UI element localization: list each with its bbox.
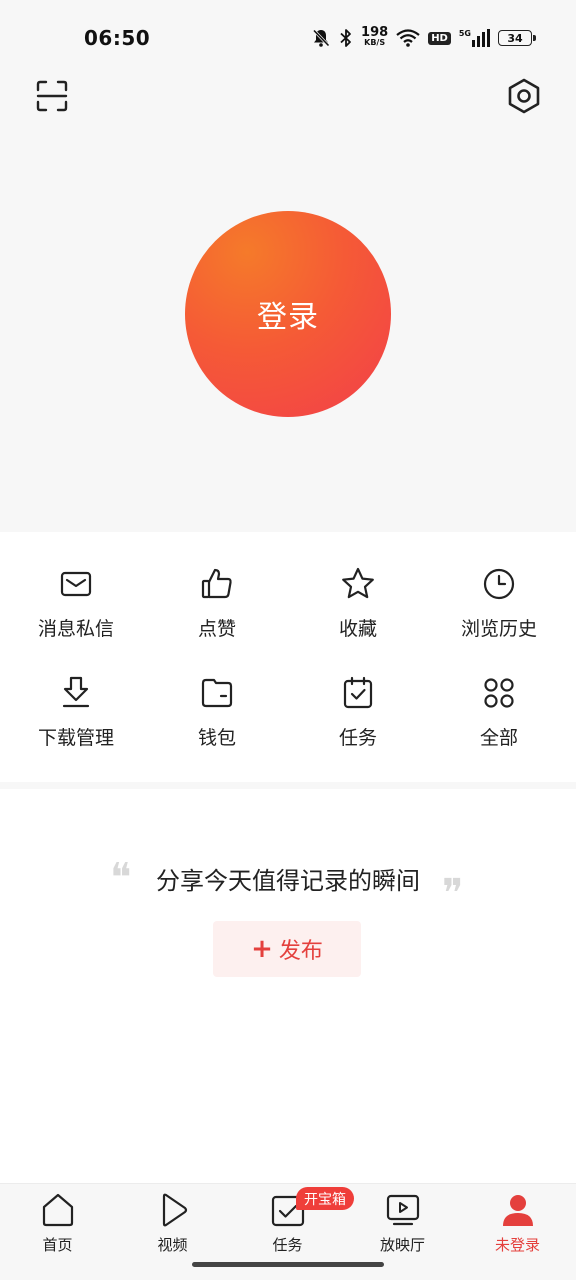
menu-item-likes[interactable]: 点赞 [146,566,288,666]
thumbs-up-icon [201,568,232,599]
clock-icon [483,568,515,600]
user-icon [502,1195,533,1226]
battery-level: 34 [507,31,523,45]
menu-label: 收藏 [338,618,377,640]
cell-generation: 5G [458,29,471,38]
signal-bars-icon [472,29,490,47]
tab-profile[interactable]: 未登录 [460,1192,575,1262]
menu-item-history[interactable]: 浏览历史 [428,566,570,666]
mute-bell-icon [312,29,330,47]
share-prompt: 分享今天值得记录的瞬间 [156,867,420,895]
tab-label: 视频 [157,1236,188,1254]
status-bar: 06:50 198 KB/S HD 5G 34 [0,0,576,76]
tab-label: 首页 [42,1236,73,1254]
bluetooth-icon [340,29,351,47]
menu-label: 下载管理 [37,727,114,749]
home-icon [42,1193,73,1227]
scan-icon [36,80,68,112]
publish-label: 发布 [278,939,323,964]
menu-item-messages[interactable]: 消息私信 [5,566,147,666]
play-icon [162,1193,187,1227]
share-panel: ❝ 分享今天值得记录的瞬间 ❞ + 发布 [0,789,576,1183]
menu-item-wallet[interactable]: 钱包 [146,675,288,775]
settings-hexagon-icon [508,78,540,114]
status-icons: 198 KB/S HD 5G 34 [311,24,536,52]
network-speed: 198 KB/S [361,25,389,48]
home-indicator[interactable] [192,1262,384,1267]
star-icon [342,567,374,599]
mail-icon [60,571,92,597]
network-speed-unit: KB/S [364,38,386,47]
tv-play-icon [386,1194,419,1226]
menu-item-all[interactable]: 全部 [428,675,570,775]
quote-close-mark: ❞ [442,871,464,917]
battery-indicator: 34 [498,30,536,46]
scan-button[interactable] [30,74,74,118]
menu-label: 钱包 [197,727,236,749]
tab-label: 任务 [272,1236,303,1254]
menu-label: 全部 [479,727,518,749]
hd-badge: HD [428,31,451,45]
tab-home[interactable]: 首页 [0,1192,115,1262]
network-speed-value: 198 [361,25,389,40]
status-time: 06:50 [84,26,151,50]
menu-label: 点赞 [197,618,236,640]
tab-video[interactable]: 视频 [115,1192,230,1262]
menu-label: 浏览历史 [460,618,537,640]
settings-button[interactable] [502,74,546,118]
grid-circles-icon [484,678,514,708]
login-label: 登录 [257,300,319,335]
calendar-check-icon [343,676,373,709]
download-icon [62,676,90,708]
tab-label: 未登录 [494,1236,540,1254]
menu-panel: 消息私信 点赞 收藏 浏览历史 下载管理 钱包 任务 全部 [0,532,576,782]
menu-item-tasks[interactable]: 任务 [287,675,429,775]
plus-icon: + [251,934,273,964]
publish-button[interactable]: + 发布 [213,921,361,977]
cell-signal: 5G [459,29,490,47]
menu-item-downloads[interactable]: 下载管理 [5,675,147,775]
login-button[interactable]: 登录 [185,211,391,417]
menu-item-favorites[interactable]: 收藏 [287,566,429,666]
treasure-badge[interactable]: 开宝箱 [296,1187,354,1210]
menu-label: 消息私信 [37,618,114,640]
tab-theater[interactable]: 放映厅 [345,1192,460,1262]
wifi-icon [396,29,420,47]
menu-label: 任务 [338,727,377,749]
wallet-icon [201,678,233,708]
tab-label: 放映厅 [379,1236,425,1254]
